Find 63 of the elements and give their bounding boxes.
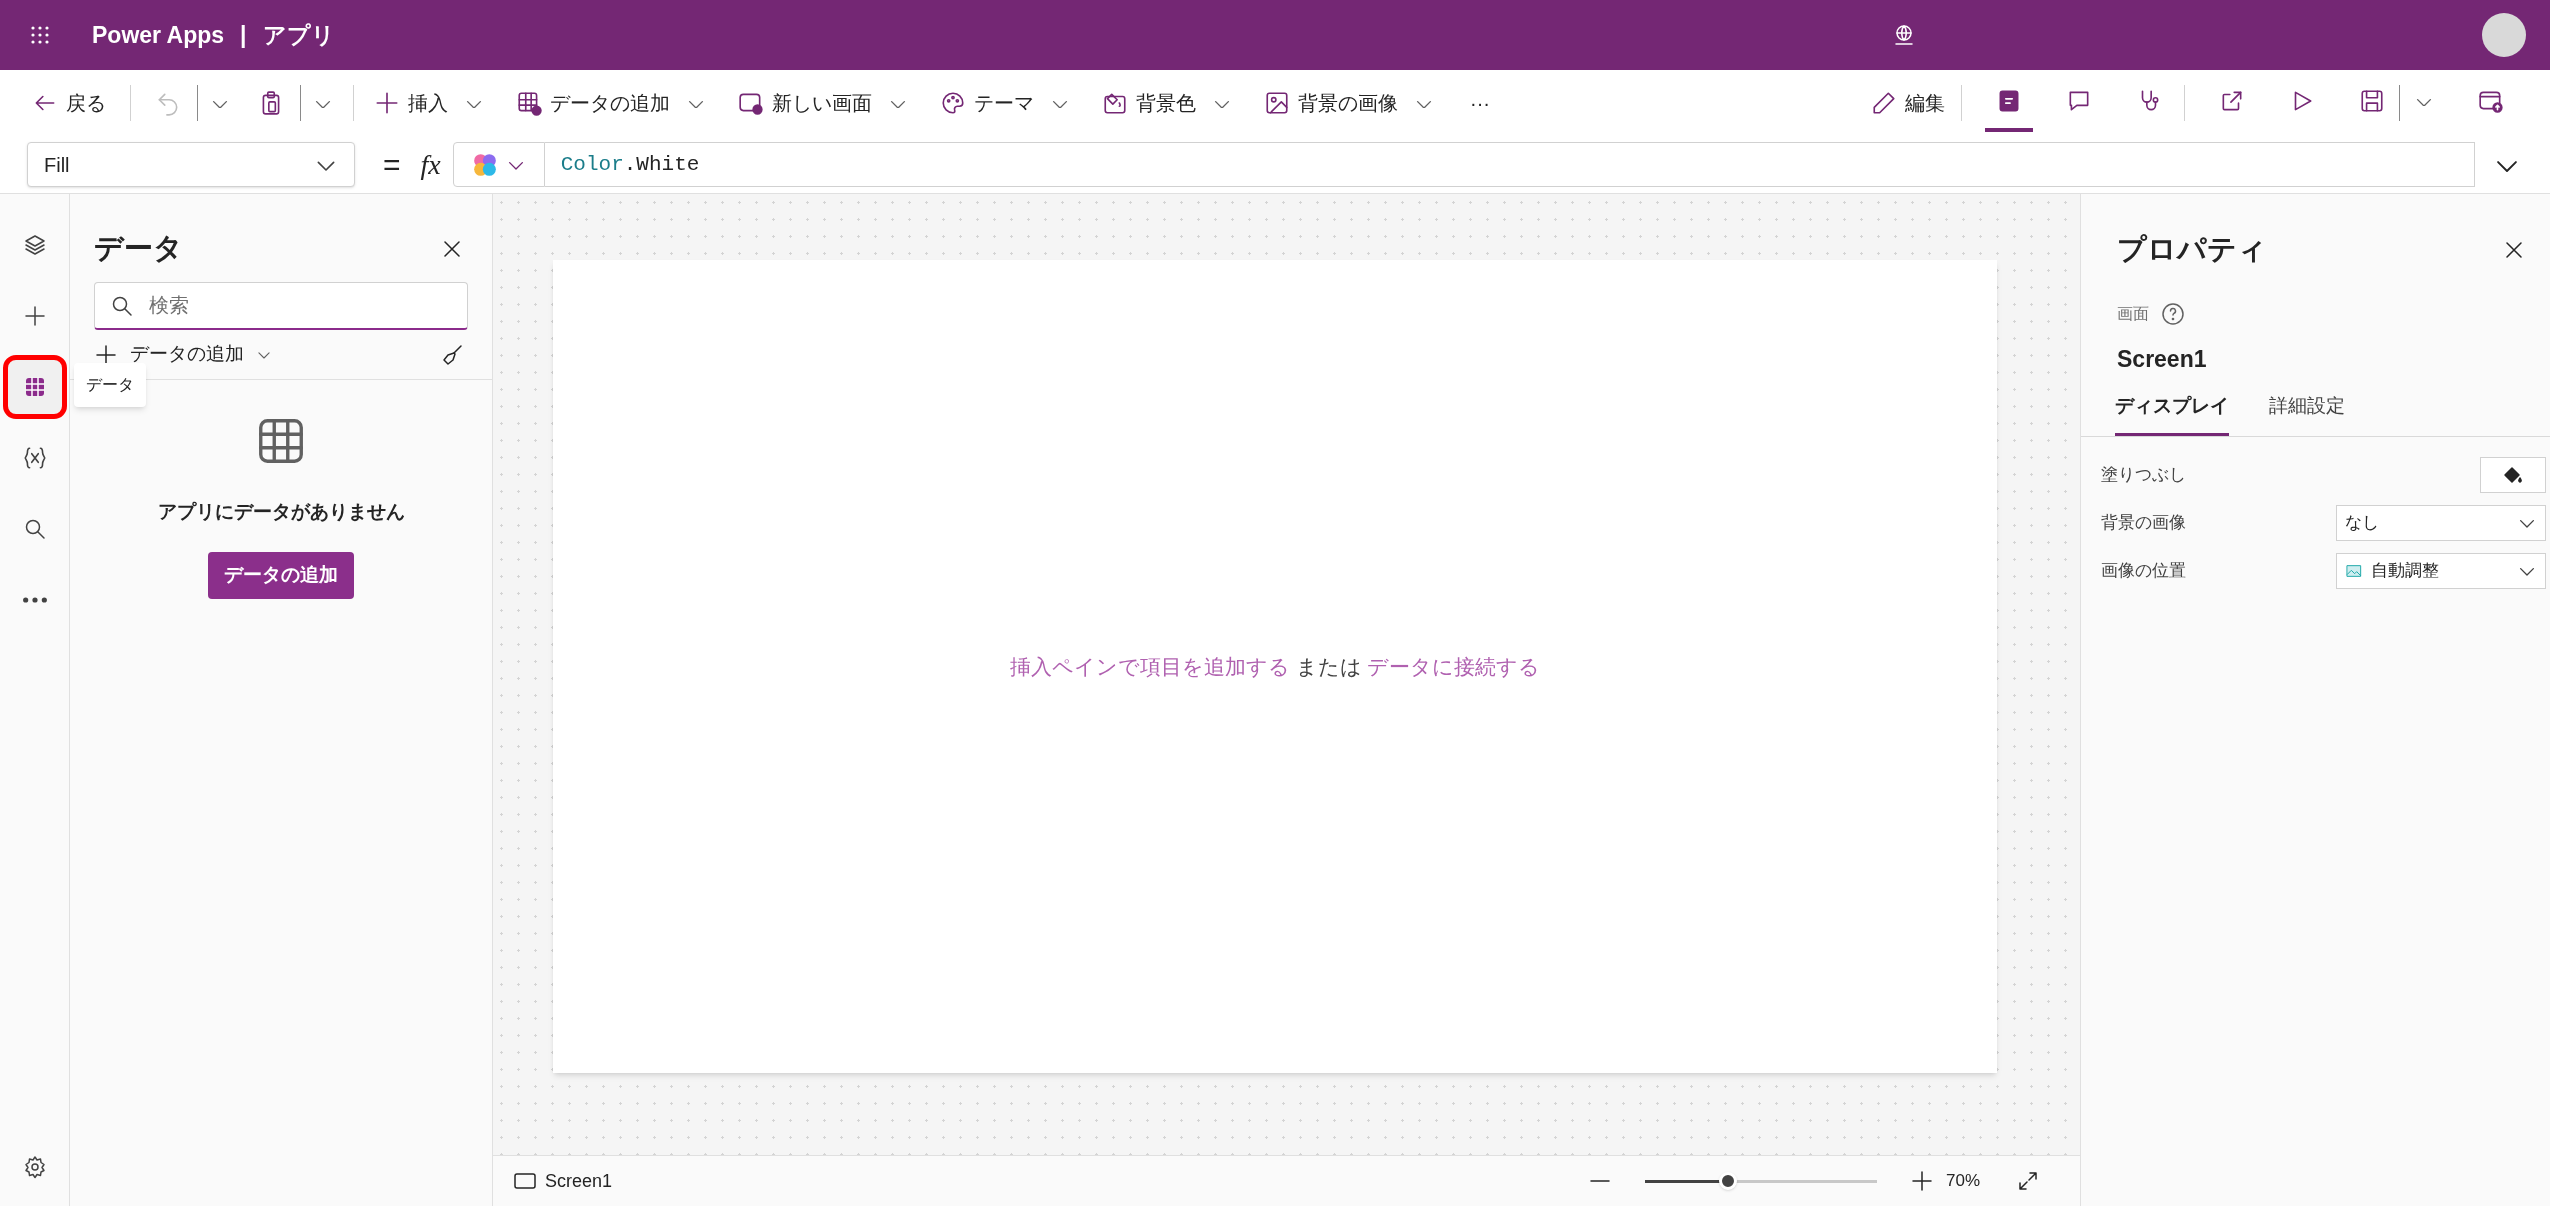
picture-icon [2345, 562, 2363, 579]
more-button[interactable]: ··· [1458, 81, 1502, 125]
zoom-percent: 70% [1945, 1170, 1980, 1193]
pencil-icon [1871, 90, 1897, 116]
property-label: 塗りつぶし [2101, 463, 2186, 486]
slider-thumb[interactable] [1719, 1172, 1738, 1190]
tab[interactable]: 詳細設定 [2269, 392, 2345, 436]
minus-icon [1589, 1180, 1610, 1182]
fx-label: fx [420, 147, 441, 182]
caret-icon [256, 350, 272, 359]
toolbar-button[interactable]: テーマ [932, 81, 1078, 125]
toolbar-button[interactable]: 背景色 [1094, 81, 1240, 125]
toolbar-button[interactable]: 新しい画面 [730, 81, 916, 125]
property-label: 画像の位置 [2101, 559, 2186, 582]
tooltip: データ [73, 363, 146, 407]
search-icon [110, 294, 134, 318]
avatar[interactable] [2482, 13, 2526, 57]
tab[interactable]: ディスプレイ [2115, 392, 2229, 436]
toolbar-button[interactable]: 背景の画像 [1256, 81, 1442, 125]
image-icon [1264, 90, 1290, 116]
plus-icon [374, 90, 400, 116]
help-icon [2161, 301, 2185, 326]
search-field[interactable]: 検索 [94, 282, 468, 330]
copilot-button[interactable] [452, 142, 545, 187]
broom-icon [440, 342, 464, 367]
expand-icon [2016, 1169, 2040, 1193]
gear-icon [22, 1155, 47, 1179]
screen-name: Screen1 [545, 1169, 613, 1193]
property-dropdown[interactable]: Fill [27, 142, 355, 187]
screen-name: Screen1 [2116, 344, 2208, 374]
more-icon [22, 597, 47, 603]
edit-button[interactable]: 編集 [1863, 81, 1953, 125]
toolbar-button[interactable]: データの追加 [508, 81, 714, 125]
color-picker[interactable] [2480, 456, 2546, 493]
panel-title: データ [94, 231, 183, 267]
grid-icon [22, 375, 47, 399]
globe-icon [1892, 23, 1916, 47]
toolbar-button[interactable]: 戻る [24, 81, 114, 125]
plus-icon [22, 304, 47, 328]
link[interactable]: 挿入ペインで項目を追加する [1009, 654, 1290, 678]
canvas-message: 挿入ペインで項目を追加する または データに接続する [1009, 653, 1541, 680]
link[interactable]: データに接続する [1367, 654, 1541, 678]
empty-message: アプリにデータがありません [157, 500, 405, 524]
table-icon [516, 90, 542, 116]
title-separator: | [240, 20, 247, 50]
layers-icon [22, 233, 47, 257]
add-data-button[interactable]: データの追加 [208, 551, 354, 599]
property-label: 背景の画像 [2101, 511, 2186, 534]
save-icon [2359, 88, 2385, 114]
caret-icon [2517, 517, 2537, 528]
toolbar-button[interactable]: 挿入 [366, 81, 492, 125]
plus-icon [1909, 1169, 1934, 1193]
product-name: Power Apps [92, 20, 225, 50]
panel-title: プロパティ [2117, 232, 2267, 267]
colorful-logo-icon [471, 151, 498, 178]
formula-field[interactable]: Color.White [544, 142, 2475, 187]
caret-icon [2517, 565, 2537, 576]
app-name: アプリ [262, 20, 335, 50]
type-label: 画面 [2117, 303, 2149, 324]
equals-sign: = [383, 147, 401, 183]
property-dropdown[interactable]: なし [2336, 504, 2546, 541]
palette-icon [940, 90, 966, 116]
property-dropdown[interactable]: 自動調整 [2336, 552, 2546, 589]
